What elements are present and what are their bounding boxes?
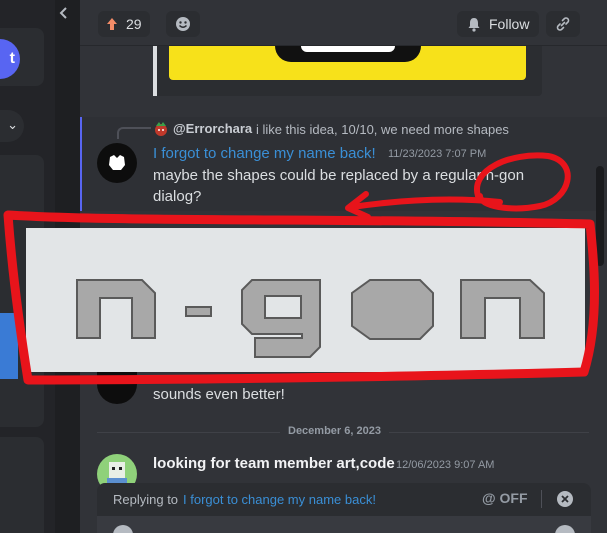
bell-icon xyxy=(468,17,480,32)
avatar[interactable] xyxy=(97,372,137,404)
reply-spine xyxy=(117,127,151,139)
close-icon xyxy=(561,495,569,503)
chevron-down-icon: ⌄ xyxy=(7,117,18,132)
cancel-reply-button[interactable] xyxy=(557,491,573,507)
upvote-arrow-icon xyxy=(107,18,117,30)
divider xyxy=(541,490,542,508)
follow-label: Follow xyxy=(489,16,530,32)
dropdown-toggle[interactable]: ⌄ xyxy=(0,110,24,142)
avatar[interactable] xyxy=(97,143,137,183)
reaction-chip[interactable]: 29 xyxy=(98,11,150,37)
message-composer[interactable] xyxy=(97,516,591,533)
replying-prefix: Replying to xyxy=(113,492,179,507)
message-text-line1: maybe the shapes could be replaced by a … xyxy=(153,167,525,184)
ngon-sticker[interactable]: n-gon xyxy=(26,228,585,372)
embed-image-detail xyxy=(275,46,421,62)
link-icon xyxy=(556,17,570,31)
sidebar-panel-bottom xyxy=(0,437,44,533)
scrollbar-thumb[interactable] xyxy=(596,166,604,266)
message-text: sounds even better! xyxy=(153,386,285,403)
thread-toolbar: 29 Follow xyxy=(80,0,607,46)
avatar-shape-icon xyxy=(109,155,125,170)
copy-link-button[interactable] xyxy=(546,11,580,37)
message-text-line2: dialog? xyxy=(153,188,202,205)
message-author[interactable]: looking for team member art,code xyxy=(153,455,395,472)
preview-thumbnail xyxy=(0,313,18,379)
reaction-count: 29 xyxy=(126,16,142,32)
app-root: t ⌄ 29 Follow @Errorchara i like this id… xyxy=(0,0,607,533)
emoji-add-icon xyxy=(176,17,190,31)
message-timestamp: 11/23/2023 7:07 PM xyxy=(388,148,487,160)
message-author[interactable]: I forgot to change my name back! xyxy=(153,145,376,162)
message-timestamp: 12/06/2023 9:07 AM xyxy=(396,459,495,471)
reply-excerpt[interactable]: i like this idea, 10/10, we need more sh… xyxy=(256,122,509,137)
chevron-left-icon[interactable] xyxy=(59,6,69,20)
scrollbar[interactable] xyxy=(596,46,604,533)
date-divider-label: December 6, 2023 xyxy=(280,425,389,437)
reply-author[interactable]: @Errorchara xyxy=(173,121,252,136)
mention-toggle[interactable]: @ OFF xyxy=(482,490,528,506)
reply-avatar xyxy=(155,122,167,136)
follow-button[interactable]: Follow xyxy=(457,11,540,37)
replying-target[interactable]: I forgot to change my name back! xyxy=(183,492,376,507)
add-reaction-button[interactable] xyxy=(166,11,200,37)
